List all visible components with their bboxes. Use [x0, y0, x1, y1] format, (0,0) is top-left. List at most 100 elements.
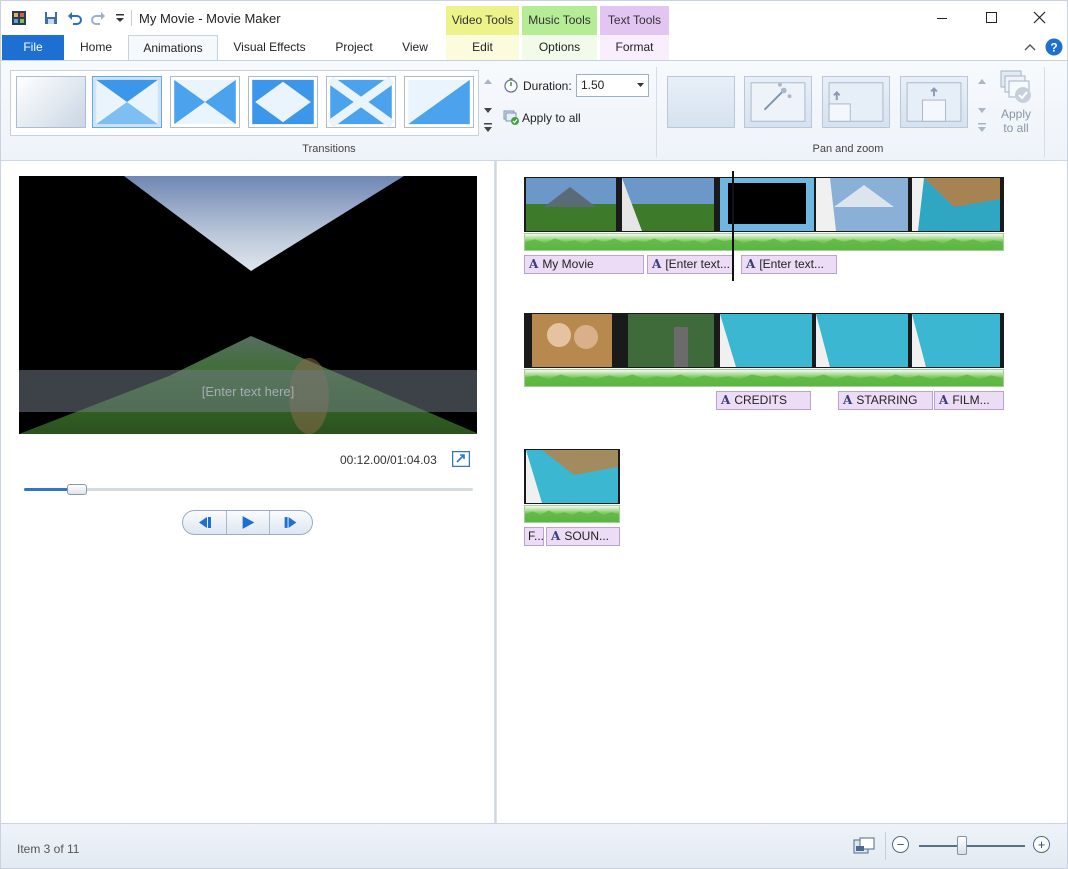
ribbon-tab-row: File Home Animations Visual Effects Proj…: [1, 35, 1067, 61]
tab-visual-effects[interactable]: Visual Effects: [222, 35, 317, 60]
apply-to-all-button[interactable]: Apply to all: [522, 111, 581, 125]
text-clip-starring[interactable]: A STARRING: [838, 391, 933, 410]
text-clip-credits[interactable]: A CREDITS: [716, 391, 811, 410]
svg-text:?: ?: [1050, 41, 1057, 55]
text-clip-icon: A: [843, 393, 853, 407]
zoom-slider-track[interactable]: [919, 845, 1025, 847]
item-count: Item 3 of 11: [17, 842, 80, 856]
transition-bow-tie-thumb[interactable]: [170, 76, 240, 128]
audio-track-row1[interactable]: [524, 233, 1004, 251]
text-clip-icon: A: [939, 393, 949, 407]
row2-thumbnails: [524, 313, 1004, 368]
undo-icon[interactable]: [67, 10, 83, 26]
qat-separator: [131, 10, 132, 26]
pan-zoom-in-thumb[interactable]: [822, 76, 890, 128]
transition-diagonal-wipe-thumb[interactable]: [404, 76, 474, 128]
tab-options[interactable]: Options: [522, 35, 597, 60]
seek-track[interactable]: [24, 488, 473, 491]
duration-dropdown[interactable]: 1.50: [576, 74, 649, 97]
pan-zoom-apply-line1: Apply: [1000, 107, 1032, 121]
fullscreen-icon[interactable]: [452, 451, 470, 467]
group-separator-end: [1044, 67, 1045, 157]
text-clip-enter-text-1[interactable]: A [Enter text...: [647, 255, 733, 274]
previous-frame-button[interactable]: [183, 511, 226, 534]
ribbon: Duration: 1.50 Apply to all Transitions: [1, 60, 1067, 161]
minimize-button[interactable]: [919, 1, 965, 35]
group-separator: [656, 67, 657, 157]
text-clip-label: [Enter text...: [759, 257, 825, 271]
storyboard-pane: A My Movie A [Enter text... A [Enter text..…: [497, 161, 1067, 823]
transitions-group-label: Transitions: [302, 143, 356, 155]
movie-maker-window: My Movie - Movie Maker Video Tools Music…: [0, 0, 1068, 869]
pan-zoom-up-thumb[interactable]: [900, 76, 968, 128]
audio-track-row3[interactable]: [524, 505, 620, 523]
tab-project[interactable]: Project: [323, 35, 385, 60]
text-clip-label: SOUN...: [564, 529, 609, 543]
storyboard-view-icon[interactable]: [853, 837, 875, 855]
redo-icon[interactable]: [90, 10, 106, 26]
text-clip-icon: A: [529, 257, 539, 271]
text-clip-icon: A: [551, 529, 561, 543]
audio-waveform: [525, 374, 1003, 386]
transition-none-thumb[interactable]: [16, 76, 86, 128]
zoom-in-button[interactable]: +: [1033, 836, 1050, 853]
text-clip-film[interactable]: A FILM...: [934, 391, 1004, 410]
video-clip-strip-row2[interactable]: [524, 313, 1004, 368]
zoom-slider-thumb[interactable]: [957, 836, 967, 855]
duration-label: Duration:: [523, 79, 572, 93]
zoom-out-button[interactable]: −: [892, 836, 909, 853]
next-frame-button[interactable]: [269, 511, 312, 534]
gallery-scroll-buttons[interactable]: [481, 70, 495, 136]
tab-home[interactable]: Home: [67, 35, 125, 60]
pan-zoom-auto-thumb[interactable]: [744, 76, 812, 128]
maximize-button[interactable]: [968, 1, 1014, 35]
seek-slider-thumb[interactable]: [67, 484, 87, 495]
text-clip-label: STARRING: [856, 393, 918, 407]
video-clip-strip-row3[interactable]: [524, 449, 620, 504]
transition-cross-thumb[interactable]: [326, 76, 396, 128]
play-button[interactable]: [226, 511, 269, 534]
audio-track-row2[interactable]: [524, 369, 1004, 387]
audio-waveform: [525, 510, 619, 522]
pan-zoom-none-thumb[interactable]: [667, 76, 735, 128]
playhead[interactable]: [732, 171, 734, 281]
pan-zoom-apply-to-all-button[interactable]: Apply to all: [995, 107, 1037, 135]
row1-thumbnails: [524, 177, 1004, 232]
tab-animations[interactable]: Animations: [128, 35, 218, 61]
row3-thumbnail: [524, 449, 620, 504]
text-clip-f[interactable]: F...: [524, 527, 544, 546]
video-preview[interactable]: [Enter text here]: [19, 176, 477, 434]
text-clip-my-movie[interactable]: A My Movie: [524, 255, 644, 274]
help-icon[interactable]: ?: [1045, 38, 1063, 56]
caption-placeholder[interactable]: [Enter text here]: [19, 384, 477, 399]
text-clip-soun[interactable]: A SOUN...: [546, 527, 620, 546]
tab-file[interactable]: File: [2, 35, 64, 60]
text-tools-group: Text Tools: [600, 6, 669, 35]
pan-zoom-scroll-buttons[interactable]: [975, 70, 989, 136]
tab-view[interactable]: View: [391, 35, 439, 60]
duration-value: 1.50: [581, 78, 605, 92]
save-icon[interactable]: [43, 10, 59, 26]
tab-format[interactable]: Format: [600, 35, 669, 60]
collapse-ribbon-chevron-icon[interactable]: [1023, 40, 1037, 54]
status-bar: Item 3 of 11 − +: [1, 823, 1067, 868]
dropdown-arrow-icon: [637, 83, 644, 87]
window-title: My Movie - Movie Maker: [139, 11, 281, 26]
transition-diagonal-box-thumb[interactable]: [92, 76, 162, 128]
text-clip-label: F...: [528, 529, 544, 543]
text-clip-enter-text-2[interactable]: A [Enter text...: [741, 255, 837, 274]
tab-edit[interactable]: Edit: [446, 35, 519, 60]
apply-to-all-pan-zoom-icon: [1000, 70, 1031, 103]
customize-qat-chevron-icon[interactable]: [112, 10, 128, 26]
timecode: 00:12.00/01:04.03: [340, 453, 437, 467]
pan-zoom-group-label: Pan and zoom: [812, 143, 884, 155]
text-clip-label: My Movie: [542, 257, 594, 271]
apply-all-icon: [503, 110, 519, 125]
video-tools-group: Video Tools: [446, 6, 519, 35]
playback-controls: [182, 510, 313, 535]
transition-diamond-thumb[interactable]: [248, 76, 318, 128]
video-clip-strip-row1[interactable]: [524, 177, 1004, 232]
film-app-icon[interactable]: [11, 10, 27, 26]
close-button[interactable]: [1016, 1, 1062, 35]
duration-stopwatch-icon: [504, 78, 518, 93]
